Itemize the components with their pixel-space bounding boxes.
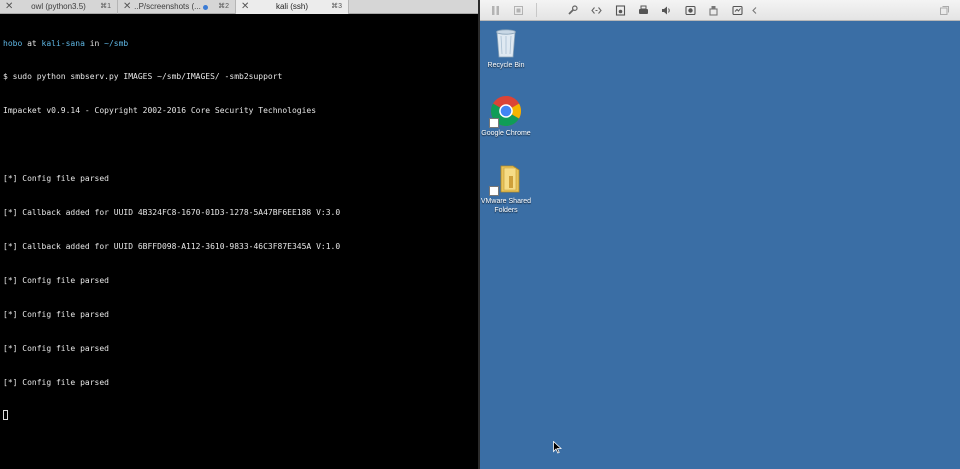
desktop-icon-recycle-bin[interactable]: Recycle Bin: [478, 26, 534, 71]
tab-screenshots[interactable]: ✕ ..P/screenshots (... ⌘2: [118, 0, 236, 14]
text-cursor: [3, 410, 8, 421]
tab-owl[interactable]: ✕ owl (python3.5) ⌘1: [0, 0, 118, 14]
desktop-icon-vmware-shared-folders[interactable]: VMware Shared Folders: [478, 162, 534, 215]
network-icon[interactable]: [729, 2, 745, 18]
vm-window[interactable]: Recycle Bin Google Chrome VMware Shared …: [480, 0, 960, 469]
terminal-line: $ sudo python smbserv.py IMAGES ~/smb/IM…: [3, 72, 283, 82]
toolbar-separator: [536, 3, 537, 17]
prompt-in: in: [84, 38, 105, 48]
terminal-line: Impacket v0.9.14 - Copyright 2002-2016 C…: [3, 106, 317, 116]
activity-dot-icon: [203, 5, 208, 10]
desktop-icon-label: Recycle Bin: [487, 62, 525, 69]
vm-toolbar: [480, 0, 960, 21]
terminal-line: [*] Config file parsed: [3, 343, 109, 353]
terminal-line: [*] Callback added for UUID 4B324FC8-167…: [3, 208, 341, 218]
desktop-icon-google-chrome[interactable]: Google Chrome: [478, 94, 534, 139]
tab-kali-ssh[interactable]: ✕ kali (ssh) ⌘3: [236, 0, 349, 14]
shortcut-arrow-icon: [489, 118, 499, 128]
camera-icon[interactable]: [682, 2, 698, 18]
printer-icon[interactable]: [635, 2, 651, 18]
terminal-tab-bar: ✕ owl (python3.5) ⌘1 ✕ ..P/screenshots (…: [0, 0, 479, 14]
terminal-prompt: hobo at kali-sana in ~/smb: [3, 38, 477, 49]
usb-icon[interactable]: [705, 2, 721, 18]
shortcut-arrow-icon: [489, 186, 499, 196]
disk-icon[interactable]: [612, 2, 628, 18]
prompt-host: kali-sana: [41, 38, 85, 48]
chrome-icon: [489, 94, 523, 128]
collapse-arrow-icon[interactable]: [746, 2, 762, 18]
desktop-icon-label: VMware Shared Folders: [480, 198, 532, 214]
windows-desktop[interactable]: Recycle Bin Google Chrome VMware Shared …: [480, 22, 960, 469]
terminal-window[interactable]: ✕ owl (python3.5) ⌘1 ✕ ..P/screenshots (…: [0, 0, 479, 469]
code-icon[interactable]: [588, 2, 604, 18]
recycle-bin-icon: [489, 26, 523, 60]
pause-icon[interactable]: [487, 2, 503, 18]
tab-shortcut: ⌘1: [100, 3, 111, 10]
speaker-icon[interactable]: [658, 2, 674, 18]
terminal-line: [*] Callback added for UUID 6BFFD098-A11…: [3, 241, 341, 251]
terminal-line: [*] Config file parsed: [3, 275, 109, 285]
terminal-cursor-line: [3, 410, 477, 421]
terminal-line: [*] Config file parsed: [3, 309, 109, 319]
snapshot-icon[interactable]: [510, 2, 526, 18]
wrench-icon[interactable]: [564, 2, 580, 18]
shared-folder-icon: [489, 162, 523, 196]
terminal-line: [*] Config file parsed: [3, 174, 109, 184]
mouse-pointer-icon: [553, 441, 562, 454]
terminal-line: [*] Config file parsed: [3, 377, 109, 387]
desktop-icon-label: Google Chrome: [481, 130, 531, 137]
prompt-dir: ~/smb: [104, 38, 129, 48]
tab-shortcut: ⌘2: [218, 3, 229, 10]
window-icon[interactable]: [936, 2, 952, 18]
tab-shortcut: ⌘3: [331, 3, 342, 10]
prompt-at: at: [22, 38, 42, 48]
prompt-user: hobo: [3, 38, 23, 48]
terminal-output[interactable]: hobo at kali-sana in ~/smb $ sudo python…: [3, 15, 477, 444]
